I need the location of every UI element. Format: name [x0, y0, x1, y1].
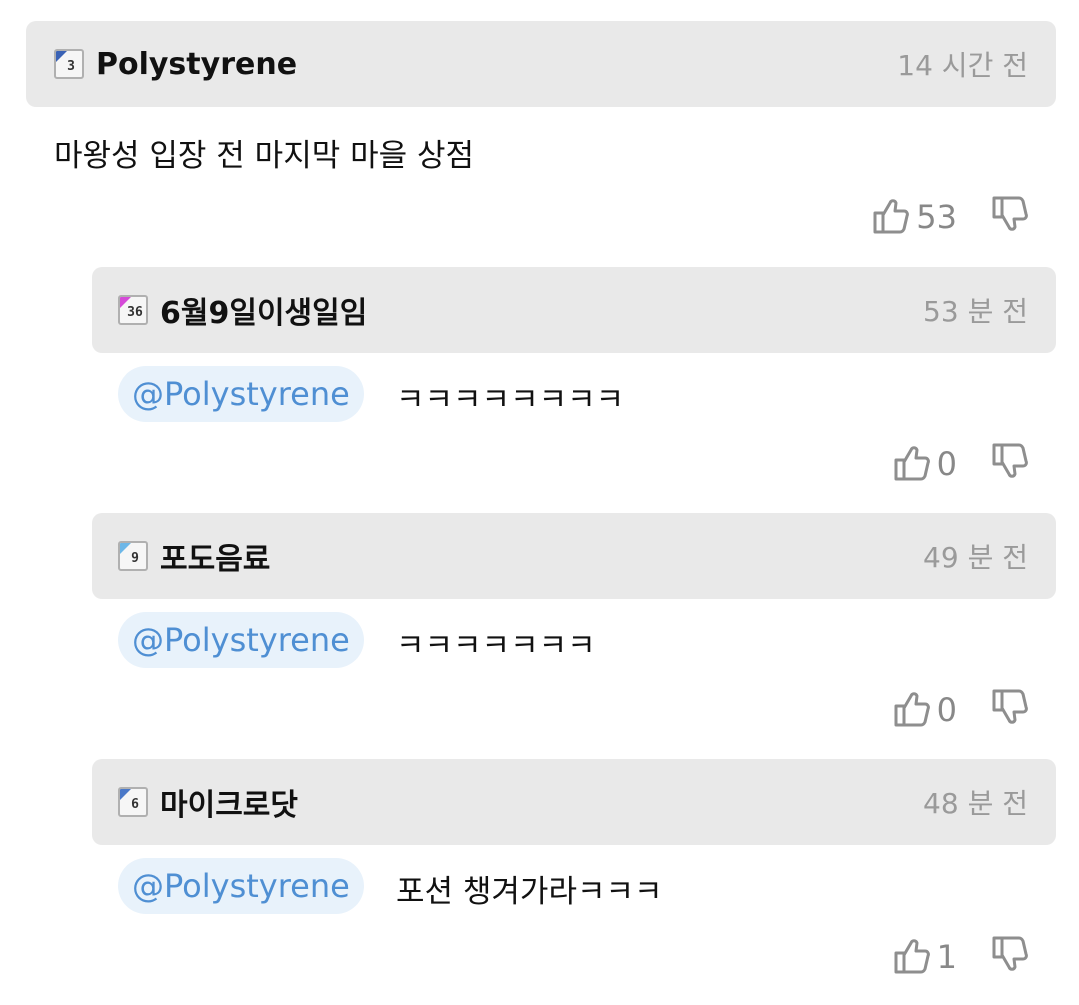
- vote-bar: 53: [872, 195, 1029, 239]
- thumbs-up-icon[interactable]: [893, 442, 931, 486]
- comment-header: 3 Polystyrene 14 시간 전: [26, 21, 1056, 107]
- comment-text: 마왕성 입장 전 마지막 마을 상점: [54, 138, 475, 174]
- timestamp: 49 분 전: [923, 541, 1028, 574]
- author-name[interactable]: Polystyrene: [96, 47, 297, 82]
- mention-tag[interactable]: @Polystyrene: [118, 612, 364, 668]
- like-count: 0: [936, 445, 957, 483]
- level-badge: 9: [118, 541, 148, 571]
- comment-text: 포션 챙겨가라ㅋㅋㅋ: [396, 874, 663, 910]
- thumbs-down-icon[interactable]: [991, 442, 1029, 486]
- comment-header: 9 포도음료 49 분 전: [92, 513, 1056, 599]
- author-name[interactable]: 마이크로닷: [160, 780, 298, 824]
- author-name[interactable]: 6월9일이생일임: [160, 288, 367, 332]
- comment-header: 36 6월9일이생일임 53 분 전: [92, 267, 1056, 353]
- thumbs-up-icon[interactable]: [893, 688, 931, 732]
- comment-header: 6 마이크로닷 48 분 전: [92, 759, 1056, 845]
- level-badge: 6: [118, 787, 148, 817]
- thumbs-down-icon[interactable]: [991, 688, 1029, 732]
- like-count: 0: [936, 691, 957, 729]
- level-badge: 36: [118, 295, 148, 325]
- thumbs-up-icon[interactable]: [893, 935, 931, 979]
- thumbs-down-icon[interactable]: [991, 195, 1029, 239]
- level-badge: 3: [54, 49, 84, 79]
- author-name[interactable]: 포도음료: [160, 534, 270, 578]
- mention-tag[interactable]: @Polystyrene: [118, 366, 364, 422]
- timestamp: 53 분 전: [923, 295, 1028, 328]
- thumbs-down-icon[interactable]: [991, 935, 1029, 979]
- like-count: 1: [936, 938, 957, 976]
- vote-bar: 0: [893, 688, 1029, 732]
- vote-bar: 1: [893, 935, 1029, 979]
- timestamp: 14 시간 전: [897, 49, 1028, 82]
- mention-tag[interactable]: @Polystyrene: [118, 858, 364, 914]
- vote-bar: 0: [893, 442, 1029, 486]
- timestamp: 48 분 전: [923, 787, 1028, 820]
- like-count: 53: [916, 198, 957, 236]
- thumbs-up-icon[interactable]: [872, 195, 910, 239]
- comment-text: ㅋㅋㅋㅋㅋㅋㅋㅋ: [396, 382, 625, 418]
- comment-text: ㅋㅋㅋㅋㅋㅋㅋ: [396, 628, 596, 664]
